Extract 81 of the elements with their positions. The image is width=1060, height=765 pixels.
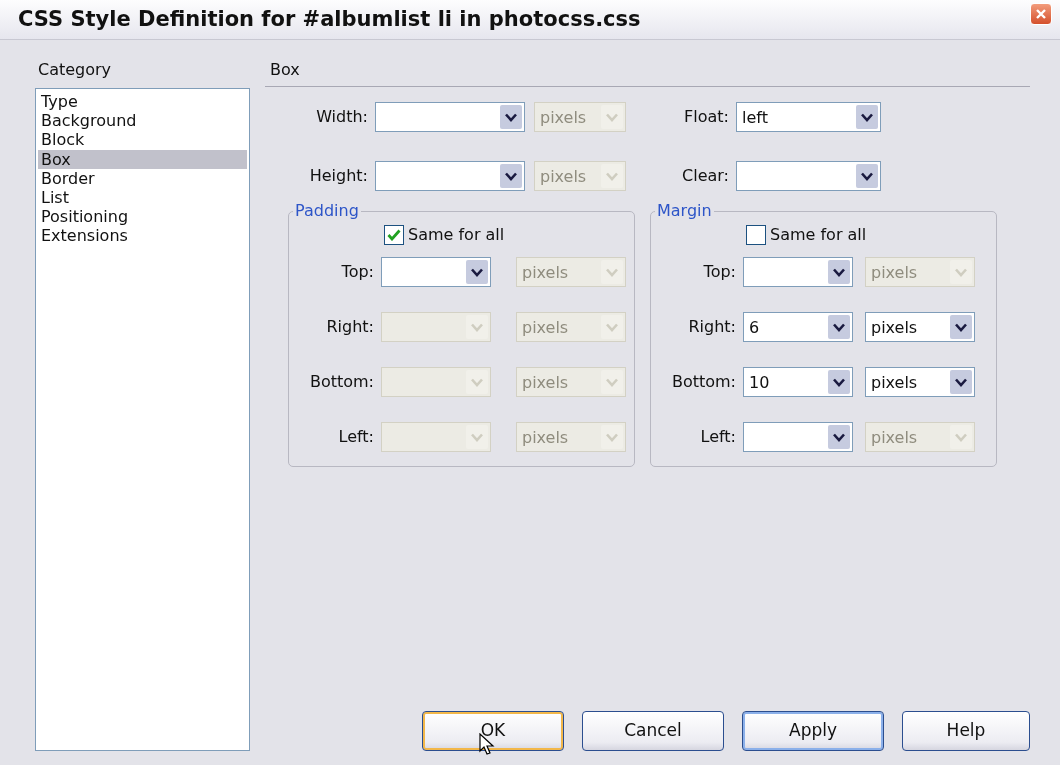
field-label: Float: [683,106,730,128]
chevron-down-icon [955,267,967,277]
dialog-button[interactable]: Help [902,711,1030,751]
category-item[interactable]: Extensions [38,226,247,246]
checkbox[interactable] [746,225,766,245]
chevron-down-icon [471,322,483,332]
dropdown[interactable]: 6 [743,312,853,342]
dropdown[interactable] [743,422,853,452]
dialog-button[interactable]: Cancel [582,711,724,751]
category-item[interactable]: Type [38,92,247,112]
dropdown-value: pixels [521,427,570,449]
group-title: Margin [656,203,713,219]
section-title: Box [265,58,1030,87]
field-label: Right: [325,316,375,338]
dropdown[interactable]: pixels [865,312,975,342]
dropdown[interactable]: left [736,102,881,132]
checkbox-label: Same for all [770,224,867,246]
dropdown[interactable] [743,257,853,287]
dropdown-value: pixels [539,166,588,188]
field-label: Bottom: [308,371,375,393]
chevron-down-icon [861,171,873,181]
dropdown-value: 10 [748,372,771,394]
dropdown-value: pixels [521,262,570,284]
dropdown[interactable]: 10 [743,367,853,397]
chevron-down-icon [606,171,618,181]
category-item[interactable]: Block [38,130,247,150]
chevron-down-icon [606,267,618,277]
dropdown[interactable] [736,161,881,191]
chevron-down-icon [505,171,517,181]
field-label: Height: [308,165,369,187]
checkbox-label: Same for all [408,224,505,246]
dropdown[interactable] [381,257,491,287]
dropdown-value: pixels [870,372,919,394]
field-label: Top: [702,261,737,283]
dropdown-value: pixels [521,317,570,339]
dropdown-value: pixels [539,107,588,129]
dropdown-value: pixels [870,262,919,284]
category-item[interactable]: Positioning [38,207,247,227]
field-label: Width: [315,106,369,128]
chevron-down-icon [471,267,483,277]
dropdown-value: 6 [748,317,761,339]
category-heading: Category [37,59,113,81]
category-item[interactable]: Background [38,111,247,131]
chevron-down-icon [606,322,618,332]
dropdown-value: pixels [521,372,570,394]
close-icon [1035,8,1047,20]
chevron-down-icon [861,112,873,122]
chevron-down-icon [833,432,845,442]
dropdown[interactable] [375,161,525,191]
field-label: Left: [337,426,375,448]
field-label: Left: [699,426,737,448]
field-label: Right: [687,316,737,338]
dialog-button[interactable]: Apply [742,711,884,751]
checkmark-icon [387,229,401,241]
chevron-down-icon [955,432,967,442]
field-label: Top: [340,261,375,283]
dropdown[interactable]: pixels [865,367,975,397]
dropdown-value: pixels [870,427,919,449]
chevron-down-icon [606,377,618,387]
category-item[interactable]: Border [38,168,247,188]
close-button[interactable] [1030,3,1052,25]
category-item[interactable]: Box [38,149,247,169]
dropdown-value: left [741,107,769,129]
window-title: CSS Style Definition for #albumlist li in photocss.css [18,5,642,33]
chevron-down-icon [955,322,967,332]
dropdown-value: pixels [870,317,919,339]
chevron-down-icon [833,267,845,277]
chevron-down-icon [471,432,483,442]
chevron-down-icon [833,377,845,387]
chevron-down-icon [606,112,618,122]
chevron-down-icon [505,112,517,122]
field-label: Bottom: [670,371,737,393]
field-label: Clear: [681,165,730,187]
checkbox[interactable] [384,225,404,245]
chevron-down-icon [833,322,845,332]
group-title: Padding [294,203,360,219]
chevron-down-icon [606,432,618,442]
category-item[interactable]: List [38,187,247,208]
chevron-down-icon [471,377,483,387]
chevron-down-icon [955,377,967,387]
dropdown[interactable] [375,102,525,132]
